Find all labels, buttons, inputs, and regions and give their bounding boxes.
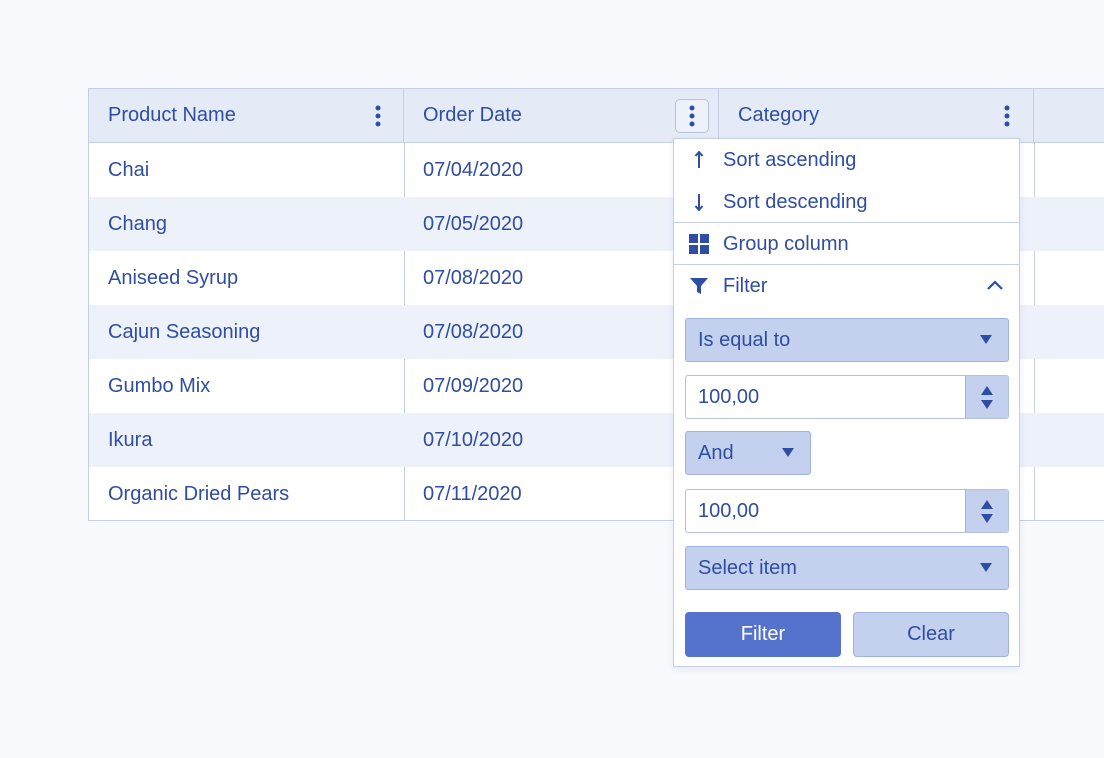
input-value: 100,00 (698, 386, 760, 408)
caret-down-icon (782, 448, 794, 457)
column-menu-popup: Sort ascending Sort descending Group col… (673, 138, 1020, 667)
clear-button[interactable]: Clear (853, 612, 1009, 657)
cell-order-date[interactable]: 07/05/2020 (404, 197, 719, 251)
filter-value-input-2[interactable]: 100,00 (685, 489, 1009, 533)
more-vertical-icon (375, 105, 381, 127)
spinner-down-icon[interactable] (981, 399, 993, 409)
cell-product-name[interactable]: Ikura (89, 413, 404, 467)
column-title: Product Name (108, 104, 236, 126)
filter-value-input[interactable]: 100,00 (685, 375, 1009, 419)
spinner-up-icon[interactable] (981, 499, 993, 509)
menu-item-label: Sort ascending (723, 148, 857, 171)
grid-header: Product Name Order Date Category (89, 89, 1104, 143)
cell-product-name[interactable]: Cajun Seasoning (89, 305, 404, 359)
numeric-spinner[interactable] (965, 490, 1008, 532)
caret-down-icon (980, 563, 992, 572)
column-title: Order Date (423, 104, 522, 126)
column-title: Category (738, 104, 820, 126)
filter-icon (687, 277, 711, 295)
group-icon (687, 234, 711, 254)
arrow-up-icon (687, 151, 711, 169)
dropdown-value: Select item (698, 556, 797, 579)
cell-product-name[interactable]: Gumbo Mix (89, 359, 404, 413)
column-menu-button[interactable] (361, 99, 395, 133)
filter-logic-dropdown[interactable]: And (685, 431, 811, 475)
menu-item-filter[interactable]: Filter (674, 265, 1019, 307)
column-menu-button[interactable] (990, 99, 1024, 133)
cell-order-date[interactable]: 07/11/2020 (404, 467, 719, 521)
column-menu-button[interactable] (675, 99, 709, 133)
input-value: 100,00 (698, 500, 760, 522)
menu-item-label: Group column (723, 232, 849, 255)
more-vertical-icon (1004, 105, 1010, 127)
arrow-down-icon (687, 193, 711, 211)
dropdown-value: Is equal to (698, 328, 791, 351)
menu-item-label: Sort descending (723, 190, 868, 213)
dropdown-value: And (698, 441, 734, 464)
column-header-order-date[interactable]: Order Date (404, 89, 719, 142)
chevron-up-icon[interactable] (985, 275, 1005, 301)
cell-product-name[interactable]: Chai (89, 143, 404, 197)
menu-item-sort-ascending[interactable]: Sort ascending (674, 139, 1019, 181)
cell-order-date[interactable]: 07/04/2020 (404, 143, 719, 197)
cell-order-date[interactable]: 07/09/2020 (404, 359, 719, 413)
cell-product-name[interactable]: Chang (89, 197, 404, 251)
menu-item-sort-descending[interactable]: Sort descending (674, 181, 1019, 223)
column-header-extra[interactable] (1034, 89, 1104, 142)
more-vertical-icon (689, 105, 695, 127)
filter-button[interactable]: Filter (685, 612, 841, 657)
spinner-down-icon[interactable] (981, 513, 993, 523)
cell-order-date[interactable]: 07/08/2020 (404, 251, 719, 305)
caret-down-icon (980, 335, 992, 344)
cell-product-name[interactable]: Organic Dried Pears (89, 467, 404, 521)
filter-operator-dropdown-2[interactable]: Select item (685, 546, 1009, 590)
filter-operator-dropdown[interactable]: Is equal to (685, 318, 1009, 362)
menu-item-group-column[interactable]: Group column (674, 223, 1019, 265)
column-header-category[interactable]: Category (719, 89, 1034, 142)
menu-item-label: Filter (723, 274, 768, 297)
cell-product-name[interactable]: Aniseed Syrup (89, 251, 404, 305)
numeric-spinner[interactable] (965, 376, 1008, 418)
column-header-product-name[interactable]: Product Name (89, 89, 404, 142)
spinner-up-icon[interactable] (981, 385, 993, 395)
cell-order-date[interactable]: 07/10/2020 (404, 413, 719, 467)
cell-order-date[interactable]: 07/08/2020 (404, 305, 719, 359)
